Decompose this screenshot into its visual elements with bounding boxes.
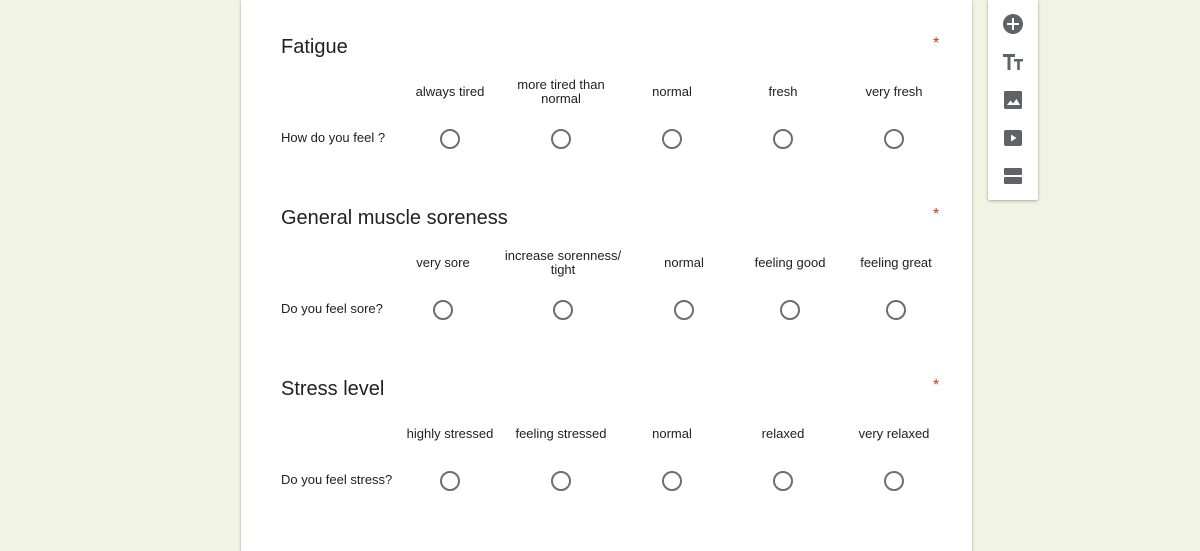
add-image-icon[interactable]: [1001, 88, 1025, 112]
radio-option[interactable]: [773, 129, 793, 149]
radio-option[interactable]: [773, 471, 793, 491]
column-label: feeling great: [860, 255, 932, 270]
column-label: feeling stressed: [515, 426, 607, 441]
row-label: Do you feel stress?: [281, 472, 393, 487]
column-label: highly stressed: [406, 426, 494, 441]
column-label: normal: [664, 255, 704, 270]
row-label: How do you feel ?: [281, 130, 386, 145]
radio-option[interactable]: [551, 129, 571, 149]
radio-option[interactable]: [780, 300, 800, 320]
required-asterisk: *: [933, 206, 940, 223]
column-label: fresh: [768, 84, 798, 99]
radio-option[interactable]: [433, 300, 453, 320]
question-stress-level: Stress level * highly stressed feeling s…: [241, 342, 972, 513]
question-title: Stress level: [281, 378, 385, 400]
question-muscle-soreness: General muscle soreness * very sore incr…: [241, 171, 972, 342]
add-video-icon[interactable]: [1001, 126, 1025, 150]
radio-option[interactable]: [884, 129, 904, 149]
add-title-icon[interactable]: [1001, 50, 1025, 74]
column-label: always tired: [415, 84, 485, 99]
column-label: increase sorenness/ tight: [504, 248, 622, 277]
required-asterisk: *: [933, 377, 940, 394]
column-label: more tired than normal: [517, 77, 605, 106]
add-question-icon[interactable]: [1001, 12, 1025, 36]
form-card: Fatigue * always tired more tired than n…: [241, 0, 972, 551]
radio-option[interactable]: [886, 300, 906, 320]
radio-option[interactable]: [440, 129, 460, 149]
column-label: normal: [652, 426, 692, 441]
column-label: relaxed: [761, 426, 805, 441]
radio-option[interactable]: [553, 300, 573, 320]
column-label: very relaxed: [858, 426, 930, 441]
required-asterisk: *: [933, 35, 940, 52]
add-section-icon[interactable]: [1001, 164, 1025, 188]
radio-option[interactable]: [440, 471, 460, 491]
column-label: normal: [652, 84, 692, 99]
question-title: Fatigue: [281, 36, 348, 58]
radio-option[interactable]: [884, 471, 904, 491]
row-label: Do you feel sore?: [281, 301, 383, 316]
radio-option[interactable]: [674, 300, 694, 320]
column-label: feeling good: [754, 255, 826, 270]
radio-option[interactable]: [662, 471, 682, 491]
radio-option[interactable]: [551, 471, 571, 491]
question-title: General muscle soreness: [281, 207, 508, 229]
column-label: very fresh: [865, 84, 923, 99]
question-fatigue: Fatigue * always tired more tired than n…: [241, 0, 972, 171]
form-toolbar: [988, 0, 1038, 200]
column-label: very sore: [416, 255, 470, 270]
radio-option[interactable]: [662, 129, 682, 149]
